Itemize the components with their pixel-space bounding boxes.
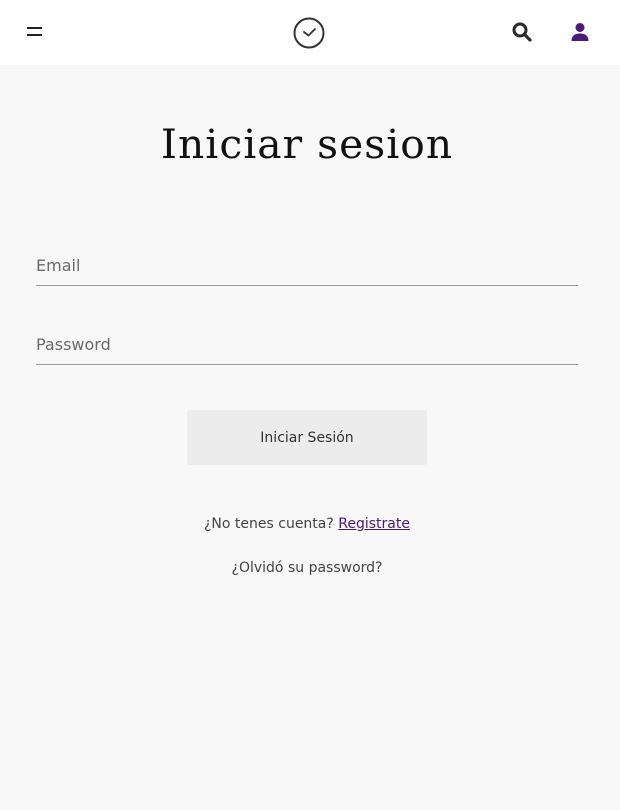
page-title: Iniciar sesion [160,122,454,168]
menu-line [27,34,42,36]
user-icon[interactable] [568,20,592,44]
menu-line [27,27,42,29]
search-icon[interactable] [510,20,534,44]
forgot-password-link[interactable]: ¿Olvidó su password? [0,560,614,576]
no-account-text: ¿No tenes cuenta? [204,516,339,532]
login-button[interactable]: Iniciar Sesión [187,410,427,465]
password-field[interactable] [36,325,578,365]
register-link[interactable]: Registrate [338,516,410,532]
top-header [0,0,620,65]
register-prompt: ¿No tenes cuenta? Registrate [0,516,614,532]
clock-logo-icon[interactable] [292,16,326,50]
email-field[interactable] [36,246,578,286]
menu-icon[interactable] [22,20,48,44]
